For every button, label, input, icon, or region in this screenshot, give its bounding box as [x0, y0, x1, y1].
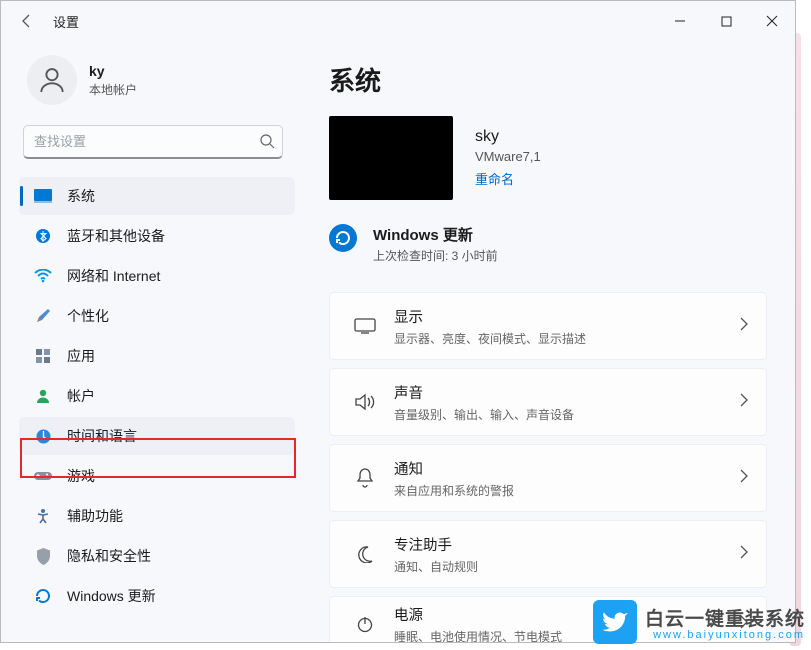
nav-item-accessibility[interactable]: 辅助功能 — [19, 497, 295, 535]
nav-item-network[interactable]: 网络和 Internet — [19, 257, 295, 295]
page-title: 系统 — [329, 61, 767, 98]
maximize-icon — [721, 16, 732, 27]
windows-update-summary[interactable]: Windows 更新 上次检查时间: 3 小时前 — [329, 224, 767, 264]
nav-label: 应用 — [67, 346, 95, 366]
close-button[interactable] — [749, 1, 795, 41]
app-title: 设置 — [53, 12, 79, 31]
wifi-icon — [33, 266, 53, 286]
nav-label: 辅助功能 — [67, 506, 123, 526]
nav-list: 系统 蓝牙和其他设备 网络和 Internet 个性化 应用 — [19, 177, 295, 615]
close-icon — [766, 15, 778, 27]
card-title: 电源 — [394, 604, 739, 625]
user-name: ky — [89, 63, 137, 79]
update-badge-icon — [329, 224, 357, 252]
nav-label: 隐私和安全性 — [67, 546, 151, 566]
nav-item-personalization[interactable]: 个性化 — [19, 297, 295, 335]
shield-icon — [33, 546, 53, 566]
chevron-right-icon — [739, 393, 748, 412]
minimize-button[interactable] — [657, 1, 703, 41]
brush-icon — [33, 306, 53, 326]
nav-label: 系统 — [67, 186, 95, 206]
card-power[interactable]: 电源 睡眠、电池使用情况、节电模式 — [329, 596, 767, 642]
system-icon — [33, 186, 53, 206]
nav-item-accounts[interactable]: 帐户 — [19, 377, 295, 415]
device-model: VMware7,1 — [475, 149, 541, 164]
nav-item-apps[interactable]: 应用 — [19, 337, 295, 375]
nav-item-gaming[interactable]: 游戏 — [19, 457, 295, 495]
nav-label: 个性化 — [67, 306, 109, 326]
accessibility-icon — [33, 506, 53, 526]
maximize-button[interactable] — [703, 1, 749, 41]
moon-icon — [348, 545, 382, 563]
search-input[interactable] — [23, 125, 283, 159]
card-title: 声音 — [394, 382, 739, 403]
bell-icon — [348, 468, 382, 488]
clock-globe-icon — [33, 426, 53, 446]
card-sub: 睡眠、电池使用情况、节电模式 — [394, 628, 739, 643]
nav-item-system[interactable]: 系统 — [19, 177, 295, 215]
user-profile[interactable]: ky 本地帐户 — [23, 55, 285, 105]
device-name: sky — [475, 128, 541, 146]
account-icon — [33, 386, 53, 406]
nav-label: 时间和语言 — [67, 426, 137, 446]
back-button[interactable] — [7, 1, 47, 41]
title-bar: 设置 — [1, 1, 795, 41]
card-sub: 来自应用和系统的警报 — [394, 482, 739, 499]
bluetooth-icon — [33, 226, 53, 246]
card-title: 通知 — [394, 458, 739, 479]
device-thumbnail — [329, 116, 453, 200]
nav-item-bluetooth[interactable]: 蓝牙和其他设备 — [19, 217, 295, 255]
apps-icon — [33, 346, 53, 366]
gaming-icon — [33, 466, 53, 486]
nav-label: 网络和 Internet — [67, 266, 160, 286]
settings-window: 设置 ky 本地帐户 — [0, 0, 796, 643]
update-sub: 上次检查时间: 3 小时前 — [373, 247, 498, 264]
sidebar: ky 本地帐户 系统 蓝牙和其他设备 — [1, 41, 301, 642]
avatar — [27, 55, 77, 105]
search-box — [23, 125, 285, 159]
nav-label: Windows 更新 — [67, 586, 156, 606]
person-icon — [36, 64, 68, 96]
display-icon — [348, 318, 382, 334]
nav-item-privacy[interactable]: 隐私和安全性 — [19, 537, 295, 575]
content-area: ky 本地帐户 系统 蓝牙和其他设备 — [1, 41, 795, 642]
card-display[interactable]: 显示 显示器、亮度、夜间模式、显示描述 — [329, 292, 767, 360]
card-sub: 显示器、亮度、夜间模式、显示描述 — [394, 330, 739, 347]
user-type: 本地帐户 — [89, 81, 137, 98]
window-controls — [657, 1, 795, 41]
minimize-icon — [674, 15, 686, 27]
main-panel: 系统 sky VMware7,1 重命名 Windows 更新 上次检查时间: … — [301, 41, 795, 642]
card-focus-assist[interactable]: 专注助手 通知、自动规则 — [329, 520, 767, 588]
chevron-right-icon — [739, 317, 748, 336]
card-notifications[interactable]: 通知 来自应用和系统的警报 — [329, 444, 767, 512]
sound-icon — [348, 393, 382, 411]
card-sub: 音量级别、输出、输入、声音设备 — [394, 406, 739, 423]
arrow-left-icon — [19, 13, 35, 29]
card-sub: 通知、自动规则 — [394, 558, 739, 575]
chevron-right-icon — [739, 615, 748, 634]
device-info: sky VMware7,1 重命名 — [329, 116, 767, 200]
card-sound[interactable]: 声音 音量级别、输出、输入、声音设备 — [329, 368, 767, 436]
nav-label: 帐户 — [67, 386, 95, 406]
settings-cards: 显示 显示器、亮度、夜间模式、显示描述 声音 音量级别、输出、输入、声音设备 — [329, 292, 767, 642]
update-icon — [33, 586, 53, 606]
card-title: 专注助手 — [394, 534, 739, 555]
chevron-right-icon — [739, 469, 748, 488]
power-icon — [348, 615, 382, 633]
update-title: Windows 更新 — [373, 224, 498, 245]
rename-link[interactable]: 重命名 — [475, 169, 541, 188]
chevron-right-icon — [739, 545, 748, 564]
card-title: 显示 — [394, 306, 739, 327]
nav-label: 游戏 — [67, 466, 95, 486]
nav-item-time-language[interactable]: 时间和语言 — [19, 417, 295, 455]
nav-label: 蓝牙和其他设备 — [67, 226, 165, 246]
nav-item-windows-update[interactable]: Windows 更新 — [19, 577, 295, 615]
